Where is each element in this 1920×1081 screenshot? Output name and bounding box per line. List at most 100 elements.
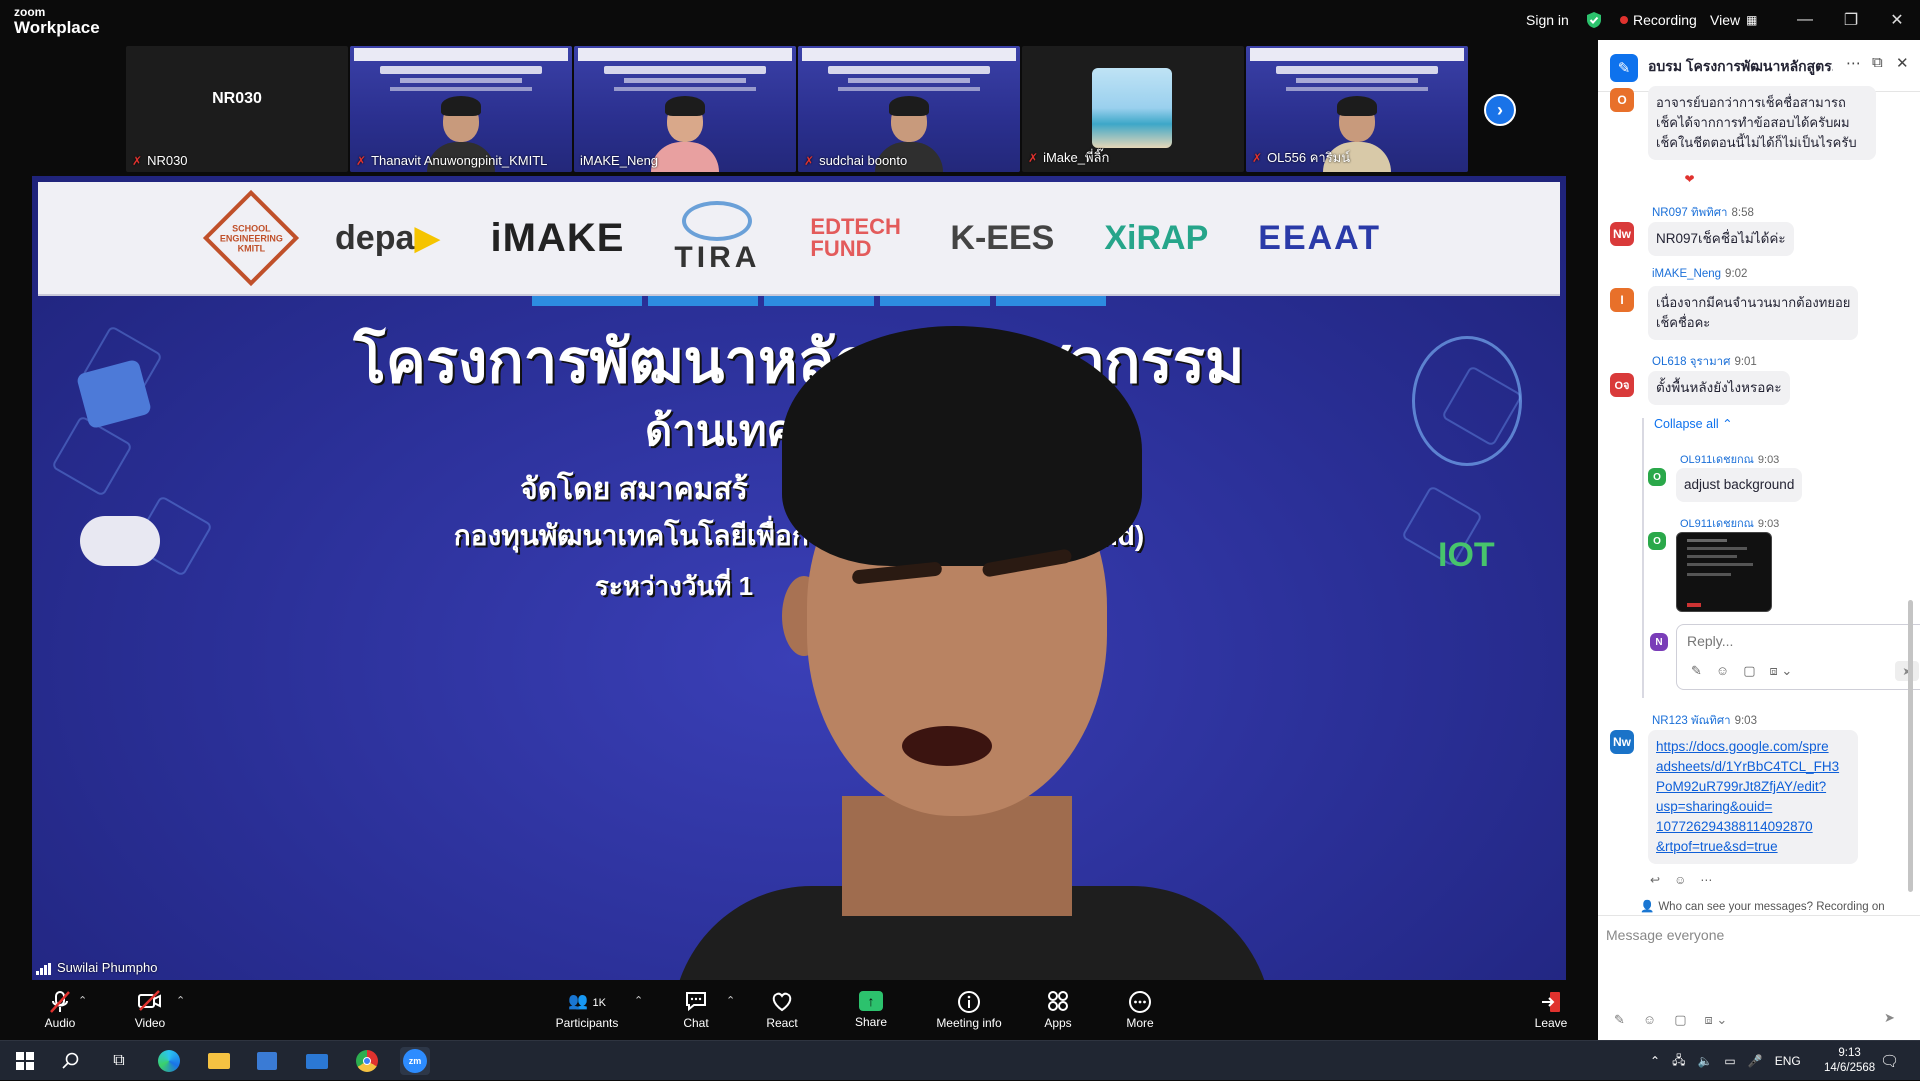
edge-browser-icon[interactable] [154,1047,184,1075]
mail-icon[interactable] [302,1047,332,1075]
message-input[interactable]: Message everyone [1606,927,1724,943]
more-button[interactable]: More [1124,980,1156,1040]
grid-view-icon: ▦ [1746,13,1758,27]
shared-link[interactable]: adsheets/d/1YrBbC4TCL_FH3 [1656,757,1850,777]
message-time: 9:03 [1757,454,1780,466]
chrome-icon[interactable] [352,1047,382,1075]
search-icon[interactable] [56,1047,86,1075]
emoji-icon[interactable]: ☺ [1716,663,1729,679]
reaction-heart-eyes[interactable]: 😍 1 [1648,172,1671,186]
iot-label: IOT [1438,536,1495,574]
notifications-icon[interactable]: 🗨 [1880,1041,1899,1081]
file-icon[interactable]: ▢ [1674,1012,1686,1028]
apps-grid-icon [1047,990,1069,1016]
participant-tile[interactable]: NR030 ✗ NR030 [126,46,348,172]
emoji-icon[interactable]: ☺ [1643,1012,1656,1028]
react-label: React [766,1016,798,1030]
xirap-logo: XiRAP [1104,218,1209,257]
leave-button[interactable]: Leave [1534,980,1568,1040]
display-icon[interactable]: ▭ [1724,1054,1735,1068]
video-options-chevron-icon[interactable]: ⌃ [176,994,185,1007]
participants-button[interactable]: 👥 1K Participants [552,980,622,1040]
audio-button[interactable]: Audio [36,980,84,1040]
message-time: 9:03 [1757,518,1780,530]
tray-chevron-icon[interactable]: ⌃ [1650,1054,1660,1068]
participant-tile[interactable]: iMAKE_Neng [574,46,796,172]
minimize-button[interactable]: — [1782,0,1828,40]
shared-link[interactable]: 107726294388114092870 [1656,817,1850,837]
add-reaction-icon[interactable]: ☺ [1674,873,1686,887]
shared-link[interactable]: &rtpof=true&sd=true [1656,837,1850,857]
shared-link[interactable]: usp=sharing&ouid= [1656,797,1850,817]
more-options-icon[interactable]: ⋯ [1846,54,1861,72]
k-ees-logo: K-EES [950,218,1055,257]
recording-indicator[interactable]: Recording [1620,0,1697,40]
more-actions-icon[interactable]: ⋯ [1700,873,1712,887]
language-indicator[interactable]: ENG [1775,1054,1801,1068]
format-icon[interactable]: ✎ [1614,1012,1625,1028]
people-icon: 👤 [1640,901,1655,913]
apps-button[interactable]: Apps [1044,980,1072,1040]
avatar: I [1610,288,1634,312]
share-button[interactable]: ↑ Share [850,980,892,1040]
react-button[interactable]: React [762,980,802,1040]
camera-off-icon [137,990,163,1016]
screenshot-icon[interactable]: ⧈ ⌄ [1769,663,1792,679]
sign-in-button[interactable]: Sign in [1526,0,1569,40]
speaker-name: Suwilai Phumpho [57,960,158,975]
screenshot-icon[interactable]: ⧈ ⌄ [1704,1012,1727,1028]
audio-label: Audio [44,1016,76,1030]
meeting-info-button[interactable]: Meeting info [932,980,1006,1040]
view-button[interactable]: View ▦ [1710,0,1757,40]
message-bubble: adjust background [1676,468,1803,502]
audio-options-chevron-icon[interactable]: ⌃ [78,994,87,1007]
send-icon[interactable]: ➤ [1895,661,1919,681]
reply-input[interactable]: Reply... ✎ ☺ ▢ ⧈ ⌄ ➤ [1676,624,1920,690]
message-text: เช็คในชีตตอนนี้ไม่ได้ก็ไม่เป็นไรครับ [1656,135,1857,150]
close-chat-icon[interactable]: ✕ [1896,54,1909,72]
next-page-chevron-icon[interactable]: › [1484,94,1516,126]
reply-icon[interactable]: ↩ [1650,873,1660,887]
active-speaker-video: SCHOOL ENGINEERING KMITL depa▶ iMAKE TIR… [32,176,1566,980]
compose-new-icon[interactable]: ✎ [1610,54,1638,82]
participants-options-chevron-icon[interactable]: ⌃ [634,994,643,1007]
chat-button[interactable]: Chat [678,980,714,1040]
chat-scrollbar[interactable] [1908,600,1913,892]
format-icon[interactable]: ✎ [1691,663,1702,679]
thread-line [1642,418,1644,698]
recording-notice[interactable]: 👤 Who can see your messages? Recording on [1640,899,1885,913]
message-bubble: เนื่องจากมีคนจำนวนมากต้องทยอย เช็คชื่อคะ [1648,286,1859,340]
image-attachment-thumbnail[interactable] [1676,532,1772,612]
clock[interactable]: 9:13 14/6/2568 [1824,1041,1875,1081]
file-explorer-icon[interactable] [204,1047,234,1075]
clock-time: 9:13 [1838,1047,1861,1059]
recording-dot-icon [1620,16,1628,24]
restore-button[interactable]: ❐ [1828,0,1874,40]
task-view-icon[interactable]: ⧉ [104,1047,134,1075]
video-button[interactable]: Video [126,980,174,1040]
compose-toolbar: ✎ ☺ ▢ ⧈ ⌄ [1614,1012,1727,1028]
shared-link[interactable]: https://docs.google.com/spre [1656,737,1850,757]
reaction-heart[interactable]: ❤ 1 [1685,172,1705,186]
shared-link[interactable]: PoM92uR799rJt8ZfjAY/edit? [1656,777,1850,797]
microphone-icon[interactable]: 🎤 [1748,1054,1763,1068]
chat-options-chevron-icon[interactable]: ⌃ [726,994,735,1007]
volume-icon[interactable]: 🔈 [1697,1054,1712,1068]
windows-start-icon[interactable] [10,1047,40,1075]
participant-tile[interactable]: ✗ Thanavit Anuwongpinit_KMITL [350,46,572,172]
send-icon[interactable]: ➤ [1884,1010,1895,1026]
pop-out-icon[interactable]: ⧉ [1872,54,1883,71]
network-icon[interactable]: 🖧 [1672,1051,1685,1072]
close-window-button[interactable]: ✕ [1874,0,1920,40]
participant-name: ✗ OL556 คาริมน์ [1252,150,1351,165]
collapse-all-link[interactable]: Collapse all ⌃ [1654,416,1733,431]
heart-icon [770,990,794,1016]
zoom-app-icon[interactable]: zm [400,1047,430,1075]
participant-tile[interactable]: ✗ iMake_พี่ลิ๊ก [1022,46,1244,172]
participant-tile[interactable]: ✗ sudchai boonto [798,46,1020,172]
store-icon[interactable] [252,1047,282,1075]
participant-tile[interactable]: ✗ OL556 คาริมน์ [1246,46,1468,172]
message-text: อาจารย์บอกว่าการเช็คชื่อสามารถ [1656,95,1846,110]
file-icon[interactable]: ▢ [1743,663,1755,679]
shield-icon[interactable] [1585,0,1603,40]
